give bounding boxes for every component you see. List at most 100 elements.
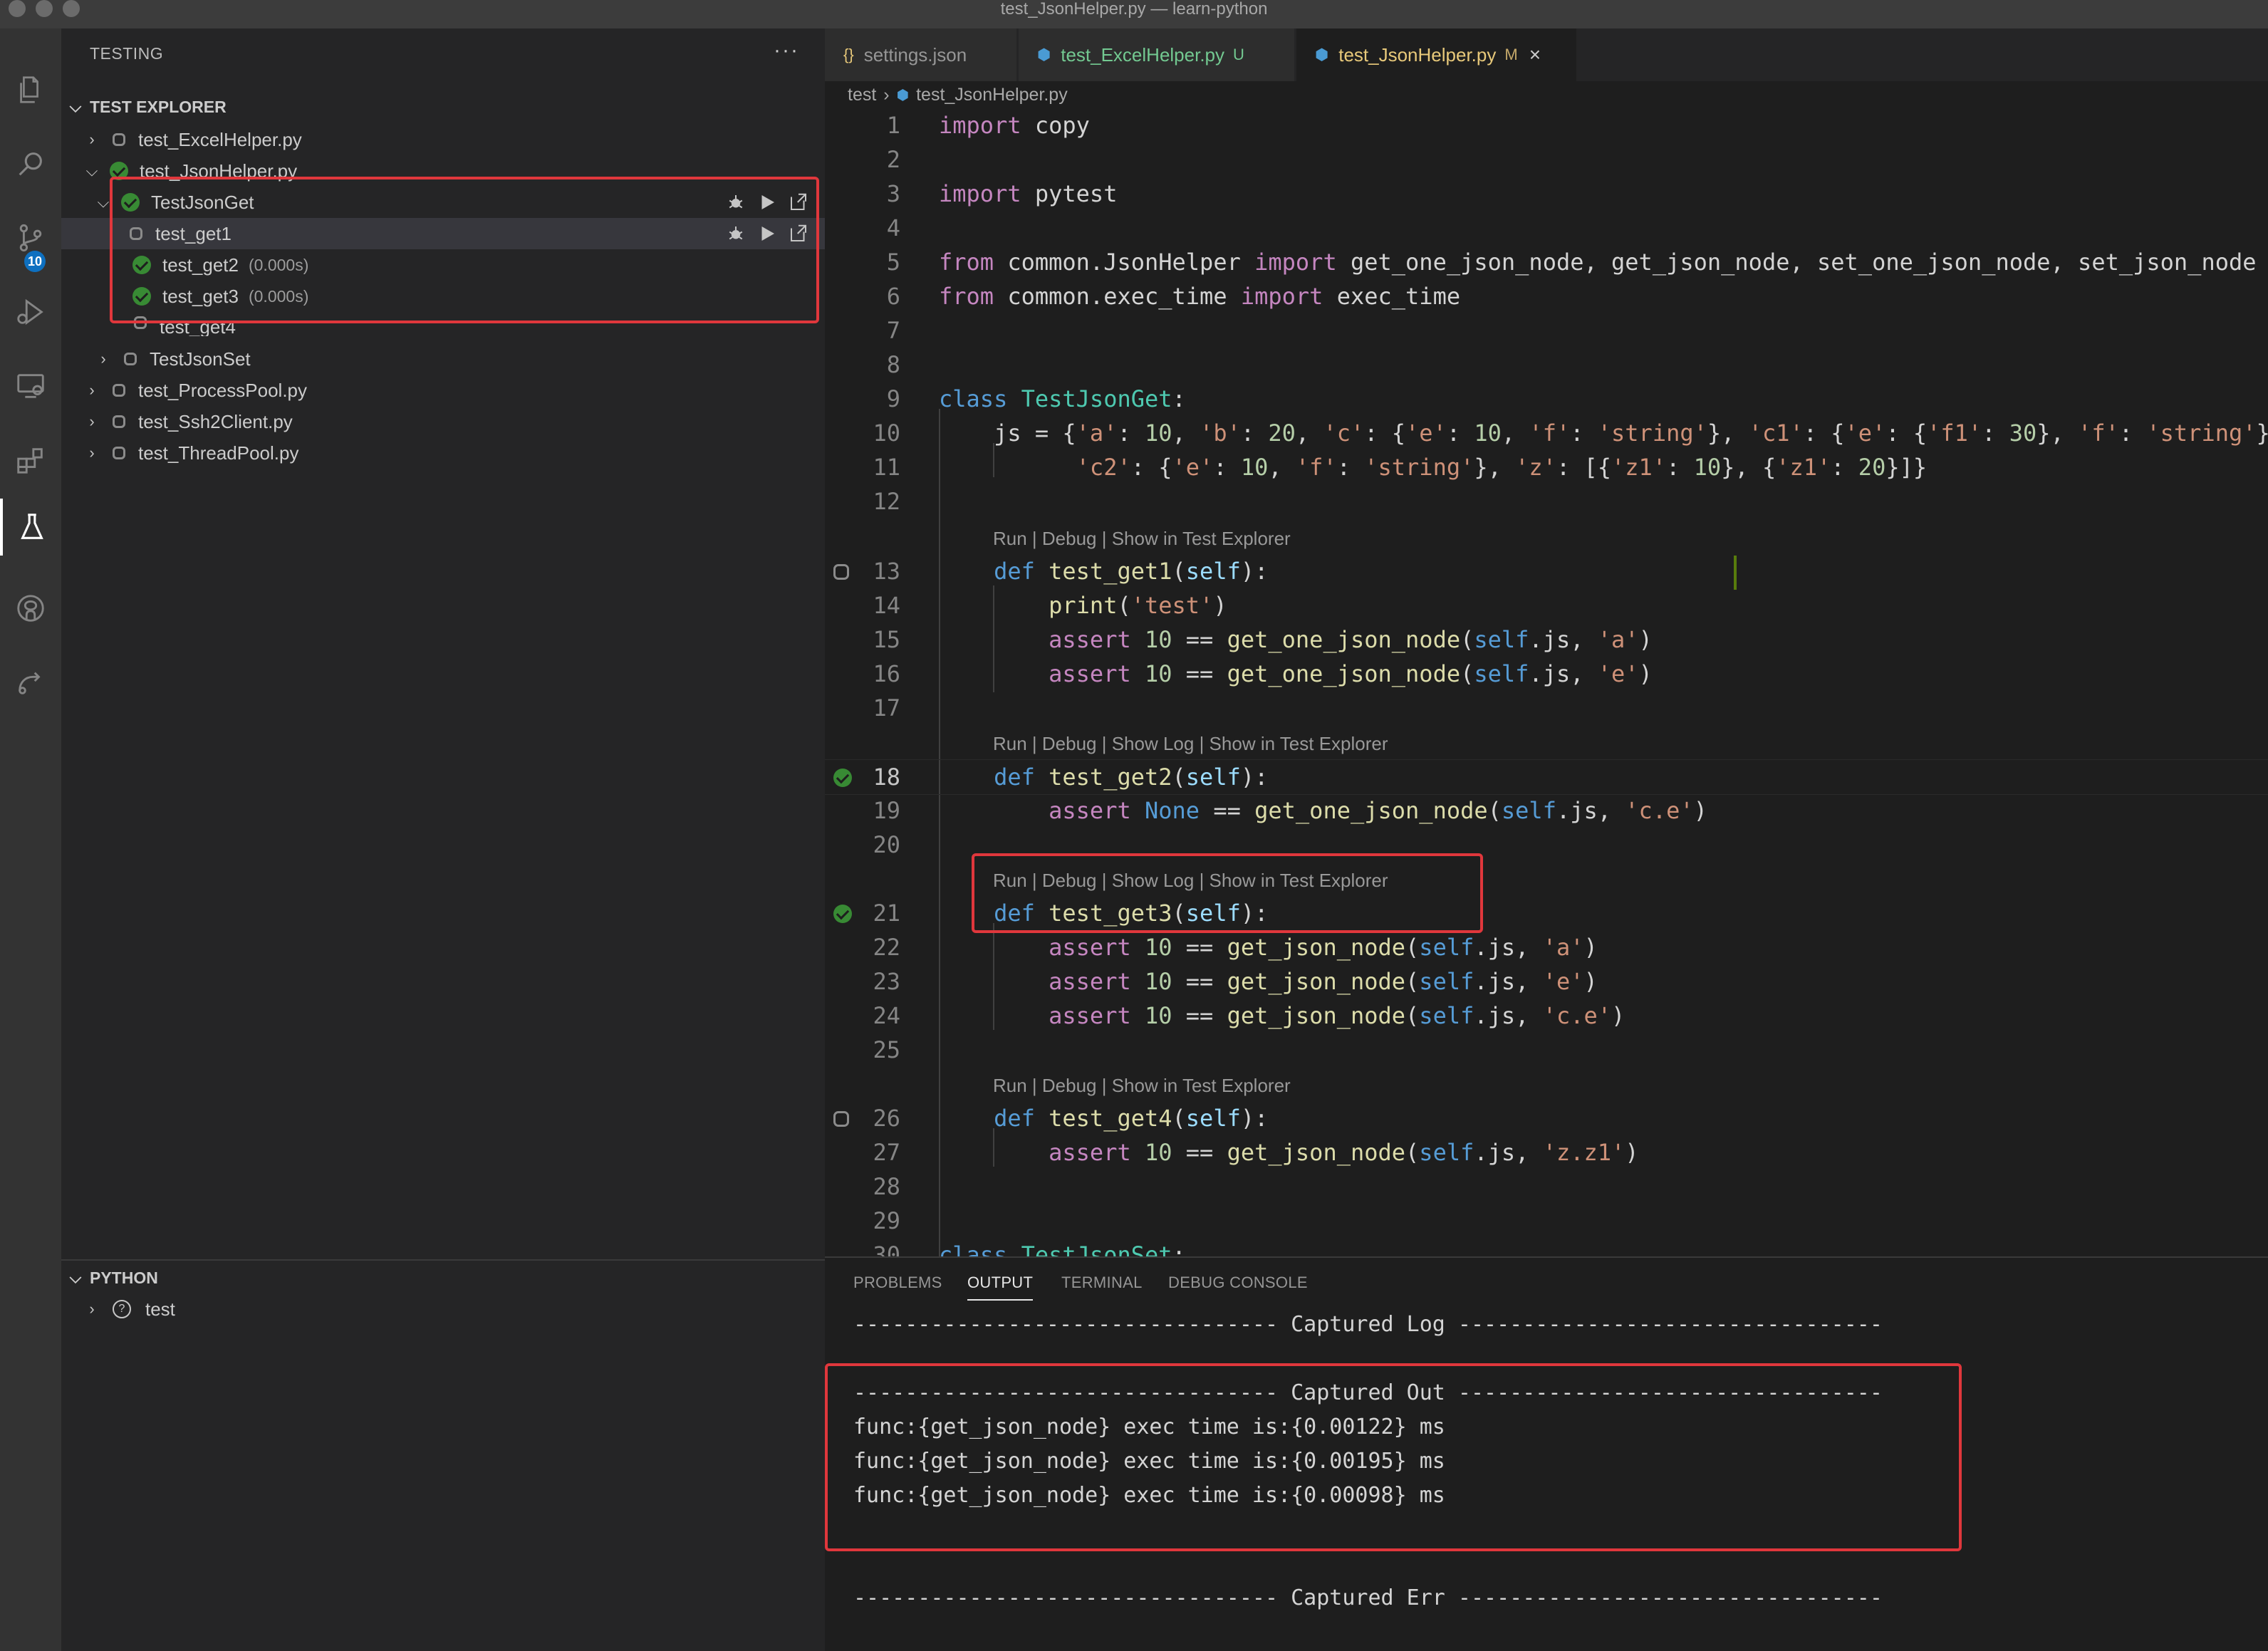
code-line: 14 print('test') [873,592,1227,619]
highlight-box [110,177,819,323]
more-actions-icon[interactable]: ··· [774,38,799,63]
chevron-right-icon: › [89,130,95,148]
run-and-debug-icon[interactable] [0,283,61,340]
output-line: --------------------------------- Captur… [853,1585,1883,1610]
code-line: 12 [873,488,900,515]
tree-item-label: test_ThreadPool.py [138,442,299,464]
highlight-box [972,853,1483,933]
tab-output[interactable]: OUTPUT [967,1274,1034,1301]
tab-settings-json[interactable]: {} settings.json [825,28,1017,81]
activity-bar: 10 [0,28,61,1651]
section-divider [61,1259,825,1261]
breadcrumb-file[interactable]: test_JsonHelper.py [916,85,1068,105]
test-explorer-section-header[interactable]: ⌵ TEST EXPLORER [61,91,825,123]
code-line: 17 [873,694,900,722]
chevron-right-icon: › [89,1300,95,1318]
bottom-panel: PROBLEMS OUTPUT TERMINAL DEBUG CONSOLE -… [825,1256,2268,1651]
code-line: 11 'c2': {'e': 10, 'f': 'string'}, 'z': … [873,454,1928,481]
code-line: 23 assert 10 == get_json_node(self.js, '… [873,968,1598,995]
tree-item-test-processpool[interactable]: › test_ProcessPool.py [61,375,825,406]
tab-label: test_JsonHelper.py [1338,43,1497,66]
tab-problems[interactable]: PROBLEMS [853,1274,942,1292]
chevron-right-icon: › [89,444,95,462]
remote-connection-icon[interactable] [0,654,61,711]
tree-item-test-excelhelper[interactable]: › test_ExcelHelper.py [61,124,825,155]
test-explorer-heading: TEST EXPLORER [90,97,227,116]
remote-explorer-icon[interactable] [0,358,61,415]
tree-item-python-test[interactable]: › ? test [61,1293,825,1325]
code-line: 8 [886,351,900,378]
code-line: 30 class TestJsonSet: [873,1241,1186,1256]
source-control-icon[interactable]: 10 [0,209,61,272]
code-line: 5 from common.JsonHelper import get_one_j… [886,249,2257,276]
output-line: --------------------------------- Captur… [853,1312,1883,1337]
modified-badge: M [1504,46,1518,63]
code-lens-test-get2[interactable]: Run | Debug | Show Log | Show in Test Ex… [993,725,1388,759]
tree-item-label: test_ExcelHelper.py [138,128,302,150]
tab-terminal[interactable]: TERMINAL [1061,1274,1143,1292]
code-line: 22 assert 10 == get_json_node(self.js, '… [873,934,1598,961]
untracked-badge: U [1233,46,1244,63]
tree-item-testjsonset[interactable]: › TestJsonSet [61,343,825,375]
code-editor[interactable]: 1 import copy 2 3 import pytest 4 5 from co… [825,108,2268,1256]
source-control-badge: 10 [24,251,46,272]
code-line: 13 def test_get1(self): [825,554,2268,588]
close-tab-icon[interactable]: × [1529,43,1541,66]
code-line: 25 [873,1036,900,1063]
code-line-current: 18 def test_get2(self): [825,759,2268,795]
code-lens-test-get1[interactable]: Run | Debug | Show in Test Explorer [993,520,1291,554]
tree-item-test-threadpool[interactable]: › test_ThreadPool.py [61,437,825,469]
tree-item-test-ssh2client[interactable]: › test_Ssh2Client.py [61,406,825,437]
python-section-header[interactable]: ⌵ PYTHON [61,1262,825,1293]
not-run-icon [113,384,125,397]
code-line: 4 [886,214,900,241]
tree-item-label: test [145,1298,175,1320]
chevron-down-icon: ⌵ [69,98,82,115]
highlight-box [825,1363,1962,1551]
code-line: 15 assert 10 == get_one_json_node(self.j… [873,626,1653,653]
testing-flask-icon[interactable] [0,499,61,556]
code-line: 19 assert None == get_one_json_node(self… [873,797,1707,824]
chevron-down-icon: ⌵ [69,1269,82,1286]
code-line: 3 import pytest [886,180,1118,207]
code-line: 2 [886,146,900,173]
code-line: 27 assert 10 == get_json_node(self.js, '… [873,1139,1639,1166]
not-run-icon [113,133,125,146]
editor-tab-bar: {} settings.json ⬢ test_ExcelHelper.py U… [825,28,2268,81]
python-file-icon: ⬢ [1315,46,1329,63]
code-line: 16 assert 10 == get_one_json_node(self.j… [873,660,1653,687]
breadcrumb-folder[interactable]: test [848,85,876,105]
title-bar: test_JsonHelper.py — learn-python [0,0,2268,28]
not-run-icon [124,353,137,365]
tab-test-jsonhelper[interactable]: ⬢ test_JsonHelper.py M × [1296,28,1577,81]
python-file-icon: ⬢ [896,87,910,103]
extensions-icon[interactable] [0,432,61,489]
tab-label: settings.json [863,43,967,66]
testing-sidebar: TESTING ··· ⌵ TEST EXPLORER › test_Excel… [61,28,825,1651]
code-line: 26 def test_get4(self): [825,1101,2268,1135]
code-line: 28 [873,1173,900,1200]
code-line: 7 [886,317,900,344]
search-icon[interactable] [0,135,61,192]
chevron-right-icon: › [100,350,106,368]
code-lens-test-get4[interactable]: Run | Debug | Show in Test Explorer [993,1067,1291,1101]
tree-item-label: TestJsonSet [150,348,251,370]
tab-label: test_ExcelHelper.py [1061,43,1225,66]
tab-test-excelhelper[interactable]: ⬢ test_ExcelHelper.py U [1019,28,1295,81]
json-file-icon: {} [843,46,854,63]
code-line: 1 import copy [886,112,1090,139]
breadcrumb: test › ⬢ test_JsonHelper.py [848,81,1068,108]
github-icon[interactable] [0,580,61,637]
explorer-icon[interactable] [0,61,61,118]
python-heading: PYTHON [90,1268,158,1287]
chevron-right-icon: › [89,412,95,430]
chevron-right-icon: › [883,84,890,105]
code-line: 10 js = {'a': 10, 'b': 20, 'c': {'e': 10… [873,420,2268,447]
chevron-down-icon: ⌵ [85,162,98,179]
tab-debug-console[interactable]: DEBUG CONSOLE [1168,1274,1308,1292]
question-circle-icon: ? [113,1300,131,1318]
not-run-icon [113,447,125,459]
window-title: test_JsonHelper.py — learn-python [1000,0,1268,19]
code-line: 6 from common.exec_time import exec_time [886,283,1461,310]
tree-item-label: test_ProcessPool.py [138,379,308,401]
